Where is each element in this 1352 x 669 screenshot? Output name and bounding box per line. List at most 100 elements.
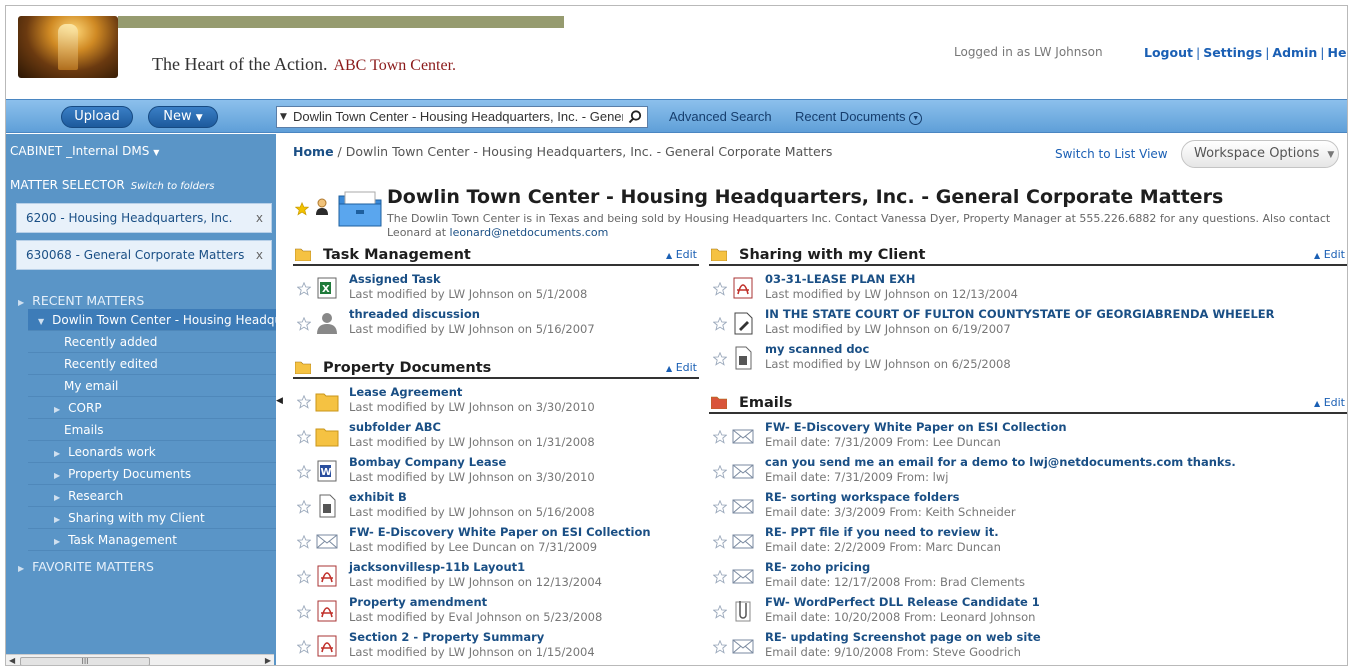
favorite-star-icon[interactable] — [712, 351, 728, 366]
recent-matters-header[interactable]: ▶ RECENT MATTERS — [18, 293, 144, 308]
section-edit-link[interactable]: ▲ Edit — [1314, 396, 1345, 409]
document-name-link[interactable]: 03-31-LEASE PLAN EXH — [765, 272, 915, 286]
workspace-options-button[interactable]: Workspace Options ▼ — [1181, 140, 1339, 168]
document-name-link[interactable]: RE- zoho pricing — [765, 560, 870, 574]
collapse-up-icon[interactable]: ▲ — [666, 364, 672, 373]
upload-button[interactable]: Upload — [61, 106, 133, 128]
admin-link[interactable]: Admin — [1272, 45, 1317, 60]
document-item[interactable]: 03-31-LEASE PLAN EXH Last modified by LW … — [709, 270, 1347, 305]
favorite-star-icon[interactable] — [296, 281, 312, 296]
collapse-up-icon[interactable]: ▲ — [666, 251, 672, 260]
favorite-star-icon[interactable] — [712, 316, 728, 331]
search-icon[interactable] — [627, 109, 643, 125]
favorite-star-icon[interactable] — [712, 281, 728, 296]
cabinet-selector[interactable]: CABINET _Internal DMS ▼ — [10, 144, 159, 158]
favorite-star-icon[interactable] — [296, 604, 312, 619]
favorite-star-icon[interactable] — [295, 202, 309, 216]
new-button[interactable]: New ▼ — [148, 106, 218, 128]
section-edit-link[interactable]: ▲ Edit — [1314, 248, 1345, 261]
document-name-link[interactable]: subfolder ABC — [349, 420, 441, 434]
document-item[interactable]: can you send me an email for a demo to l… — [709, 453, 1347, 488]
favorite-star-icon[interactable] — [712, 499, 728, 514]
switch-to-folders-link[interactable]: Switch to folders — [131, 181, 215, 192]
document-item[interactable]: exhibit B Last modified by LW Johnson on … — [293, 488, 699, 523]
favorite-star-icon[interactable] — [296, 464, 312, 479]
logout-link[interactable]: Logout — [1144, 45, 1193, 60]
switch-to-list-view-link[interactable]: Switch to List View — [1055, 147, 1168, 161]
tree-item-emails[interactable]: Emails — [28, 419, 276, 441]
tree-item-corp[interactable]: ▶ CORP — [28, 397, 276, 419]
document-item[interactable]: W Bombay Company Lease Last modified by LW… — [293, 453, 699, 488]
tree-item-sharing-with-my-client[interactable]: ▶ Sharing with my Client — [28, 507, 276, 529]
favorite-star-icon[interactable] — [296, 499, 312, 514]
document-item[interactable]: threaded discussion Last modified by LW J… — [293, 305, 699, 340]
favorite-star-icon[interactable] — [296, 429, 312, 444]
document-name-link[interactable]: FW- WordPerfect DLL Release Candidate 1 — [765, 595, 1040, 609]
search-scope-dropdown-icon[interactable]: ▼ — [280, 107, 287, 127]
favorite-star-icon[interactable] — [296, 316, 312, 331]
document-name-link[interactable]: exhibit B — [349, 490, 407, 504]
document-item[interactable]: RE- updating Screenshot page on web site… — [709, 628, 1347, 663]
document-item[interactable]: RE- PPT file if you need to review it. Em… — [709, 523, 1347, 558]
breadcrumb-home-link[interactable]: Home — [293, 144, 334, 159]
document-name-link[interactable]: my scanned doc — [765, 342, 869, 356]
favorite-star-icon[interactable] — [296, 394, 312, 409]
favorite-matters-header[interactable]: ▶ FAVORITE MATTERS — [18, 559, 154, 574]
help-link[interactable]: Help — [1327, 45, 1347, 60]
collapse-up-icon[interactable]: ▲ — [1314, 251, 1320, 260]
document-name-link[interactable]: jacksonvillesp-11b Layout1 — [349, 560, 525, 574]
document-item[interactable]: X Assigned Task Last modified by LW Johnso… — [293, 270, 699, 305]
matter-chip[interactable]: 6200 - Housing Headquarters, Inc. x — [16, 203, 272, 233]
document-item[interactable]: RE- zoho pricing Email date: 12/17/2008 F… — [709, 558, 1347, 593]
document-name-link[interactable]: FW- E-Discovery White Paper on ESI Colle… — [765, 420, 1067, 434]
document-name-link[interactable]: threaded discussion — [349, 307, 480, 321]
contact-email-link[interactable]: leonard@netdocuments.com — [450, 226, 609, 239]
favorite-star-icon[interactable] — [296, 534, 312, 549]
favorite-star-icon[interactable] — [296, 639, 312, 654]
scroll-left-icon[interactable]: ◀ — [9, 655, 15, 665]
document-name-link[interactable]: IN THE STATE COURT OF FULTON COUNTYSTATE… — [765, 307, 1275, 321]
document-item[interactable]: my scanned doc Last modified by LW Johnso… — [709, 340, 1347, 375]
favorite-star-icon[interactable] — [712, 464, 728, 479]
section-edit-link[interactable]: ▲ Edit — [666, 361, 697, 374]
advanced-search-link[interactable]: Advanced Search — [669, 109, 772, 124]
remove-matter-icon[interactable]: x — [256, 241, 263, 269]
favorite-star-icon[interactable] — [712, 429, 728, 444]
collapse-sidebar-icon[interactable]: ◀ — [276, 396, 283, 406]
document-name-link[interactable]: Assigned Task — [349, 272, 441, 286]
scroll-right-icon[interactable]: ▶ — [265, 655, 271, 665]
favorite-star-icon[interactable] — [712, 569, 728, 584]
recent-documents-link[interactable]: Recent Documents ▼ — [795, 109, 923, 125]
document-name-link[interactable]: Lease Agreement — [349, 385, 462, 399]
favorite-star-icon[interactable] — [712, 604, 728, 619]
document-name-link[interactable]: Property amendment — [349, 595, 487, 609]
document-name-link[interactable]: RE- sorting workspace folders — [765, 490, 959, 504]
collapse-up-icon[interactable]: ▲ — [1314, 399, 1320, 408]
tree-item-dowlin-town-center[interactable]: ▼ Dowlin Town Center - Housing Headquarte… — [28, 309, 276, 331]
document-item[interactable]: Lease Agreement Last modified by LW Johns… — [293, 383, 699, 418]
document-item[interactable]: FW- WordPerfect DLL Release Candidate 1E… — [709, 593, 1347, 628]
section-edit-link[interactable]: ▲ Edit — [666, 248, 697, 261]
document-name-link[interactable]: Section 2 - Property Summary — [349, 630, 544, 644]
search-input[interactable]: Dowlin Town Center - Housing Headquarter… — [293, 107, 623, 127]
document-name-link[interactable]: RE- PPT file if you need to review it. — [765, 525, 999, 539]
favorite-star-icon[interactable] — [712, 639, 728, 654]
document-item[interactable]: FW- E-Discovery White Paper on ESI Colle… — [709, 418, 1347, 453]
document-name-link[interactable]: can you send me an email for a demo to l… — [765, 455, 1236, 469]
tree-item-leonards-work[interactable]: ▶ Leonards work — [28, 441, 276, 463]
document-item[interactable]: Property amendment Last modified by Eval … — [293, 593, 699, 628]
tree-item-my-email[interactable]: My email — [28, 375, 276, 397]
document-item[interactable]: FW- E-Discovery White Paper on ESI Colle… — [293, 523, 699, 558]
document-name-link[interactable]: FW- E-Discovery White Paper on ESI Colle… — [349, 525, 651, 539]
tree-item-recently-added[interactable]: Recently added — [28, 331, 276, 353]
settings-link[interactable]: Settings — [1203, 45, 1262, 60]
document-item[interactable]: Section 2 - Property Summary Last modifie… — [293, 628, 699, 663]
tree-item-recently-edited[interactable]: Recently edited — [28, 353, 276, 375]
document-item[interactable]: IN THE STATE COURT OF FULTON COUNTYSTATE… — [709, 305, 1347, 340]
search-box[interactable]: ▼ Dowlin Town Center - Housing Headquart… — [276, 106, 648, 128]
document-item[interactable]: jacksonvillesp-11b Layout1 Last modified … — [293, 558, 699, 593]
tree-item-property-documents[interactable]: ▶ Property Documents — [28, 463, 276, 485]
favorite-star-icon[interactable] — [296, 569, 312, 584]
scrollbar-thumb[interactable]: III — [20, 657, 150, 665]
tree-item-research[interactable]: ▶ Research — [28, 485, 276, 507]
